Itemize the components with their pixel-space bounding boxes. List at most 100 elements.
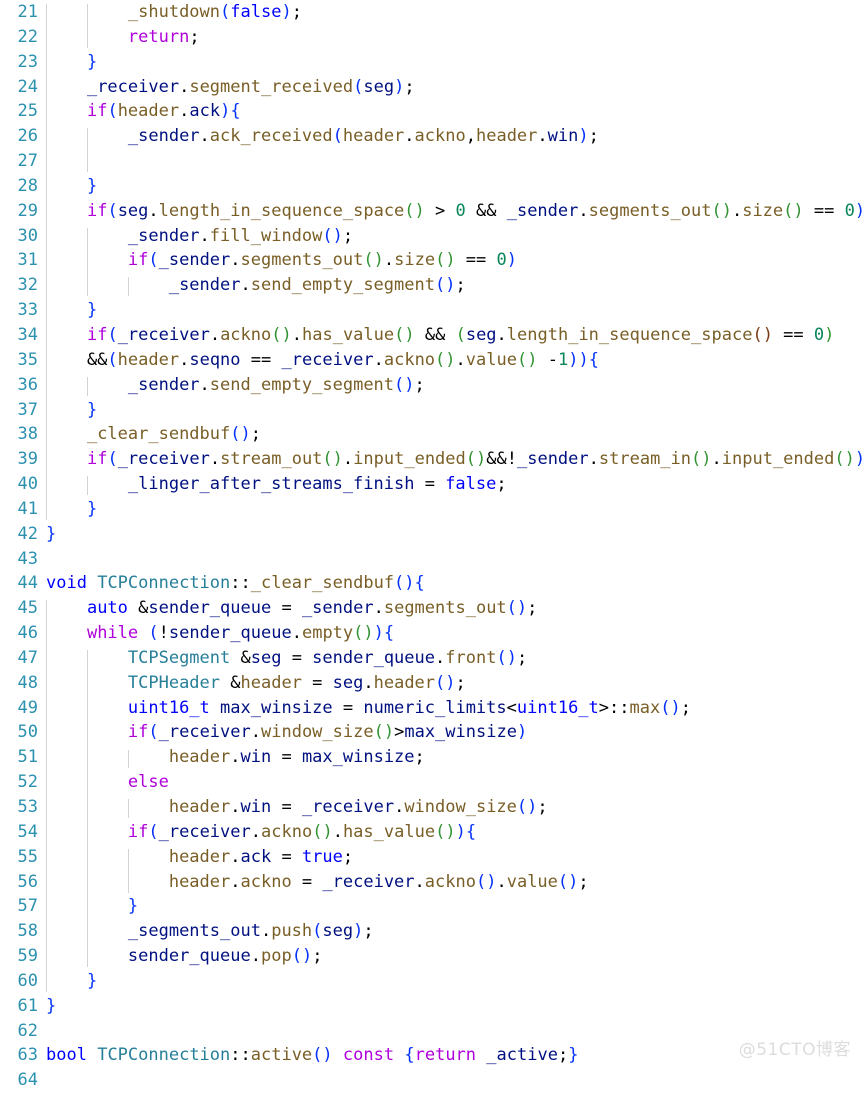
code-text[interactable]: _segments_out.push(seg); bbox=[46, 919, 865, 944]
code-line[interactable]: 24 _receiver.segment_received(seg); bbox=[0, 75, 865, 100]
code-line[interactable]: 54 if(_receiver.ackno().has_value()){ bbox=[0, 820, 865, 845]
code-text[interactable]: } bbox=[46, 50, 865, 75]
code-text[interactable]: sender_queue.pop(); bbox=[46, 944, 865, 969]
code-text[interactable]: TCPSegment &seg = sender_queue.front(); bbox=[46, 646, 865, 671]
code-line[interactable]: 39 if(_receiver.stream_out().input_ended… bbox=[0, 447, 865, 472]
code-line[interactable]: 56 header.ackno = _receiver.ackno().valu… bbox=[0, 870, 865, 895]
code-text[interactable]: } bbox=[46, 174, 865, 199]
code-editor-viewport[interactable]: 21 _shutdown(false); 22 return; 23 } 24 _re… bbox=[0, 0, 865, 1090]
code-line[interactable]: 53 header.win = _receiver.window_size(); bbox=[0, 795, 865, 820]
code-text[interactable]: header.win = _receiver.window_size(); bbox=[46, 795, 865, 820]
code-text[interactable]: if(_receiver.ackno().has_value()){ bbox=[46, 820, 865, 845]
line-number: 56 bbox=[17, 871, 38, 892]
line-number: 60 bbox=[17, 970, 38, 991]
code-text[interactable]: header.ackno = _receiver.ackno().value()… bbox=[46, 870, 865, 895]
code-line[interactable]: 64 bbox=[0, 1068, 865, 1093]
code-text[interactable]: TCPHeader &header = seg.header(); bbox=[46, 671, 865, 696]
code-line[interactable]: 41 } bbox=[0, 497, 865, 522]
code-text[interactable]: } bbox=[46, 497, 865, 522]
code-text[interactable]: if(_receiver.ackno().has_value() && (seg… bbox=[46, 323, 865, 348]
code-line[interactable]: 31 if(_sender.segments_out().size() == 0… bbox=[0, 248, 865, 273]
code-text[interactable]: if(_receiver.window_size()>max_winsize) bbox=[46, 720, 865, 745]
code-text[interactable]: _shutdown(false); bbox=[46, 0, 865, 25]
code-line[interactable]: 58 _segments_out.push(seg); bbox=[0, 919, 865, 944]
line-number: 33 bbox=[17, 300, 38, 321]
code-line[interactable]: 42} bbox=[0, 522, 865, 547]
code-line[interactable]: 36 _sender.send_empty_segment(); bbox=[0, 373, 865, 398]
line-number: 48 bbox=[17, 672, 38, 693]
code-text[interactable]: _sender.send_empty_segment(); bbox=[46, 373, 865, 398]
code-line[interactable]: 55 header.ack = true; bbox=[0, 845, 865, 870]
code-line[interactable]: 22 return; bbox=[0, 25, 865, 50]
code-line[interactable]: 52 else bbox=[0, 770, 865, 795]
code-text[interactable]: header.ack = true; bbox=[46, 845, 865, 870]
code-line[interactable]: 61} bbox=[0, 994, 865, 1019]
code-line[interactable]: 33 } bbox=[0, 298, 865, 323]
code-line[interactable]: 32 _sender.send_empty_segment(); bbox=[0, 273, 865, 298]
code-line[interactable]: 29 if(seg.length_in_sequence_space() > 0… bbox=[0, 199, 865, 224]
code-line[interactable]: 48 TCPHeader &header = seg.header(); bbox=[0, 671, 865, 696]
code-line[interactable]: 21 _shutdown(false); bbox=[0, 0, 865, 25]
code-line[interactable]: 63 bool TCPConnection::active() const {re… bbox=[0, 1043, 865, 1068]
code-text[interactable]: header.win = max_winsize; bbox=[46, 745, 865, 770]
code-text[interactable]: if(_sender.segments_out().size() == 0) bbox=[46, 248, 865, 273]
code-text[interactable]: } bbox=[46, 298, 865, 323]
line-number: 44 bbox=[17, 573, 38, 594]
code-text[interactable]: if(_receiver.stream_out().input_ended()&… bbox=[46, 447, 865, 472]
code-line[interactable]: 26 _sender.ack_received(header.ackno,hea… bbox=[0, 124, 865, 149]
line-number: 27 bbox=[17, 151, 38, 172]
code-text[interactable]: } bbox=[46, 894, 865, 919]
code-text[interactable]: _linger_after_streams_finish = false; bbox=[46, 472, 865, 497]
code-line[interactable]: 60 } bbox=[0, 969, 865, 994]
code-text[interactable]: } bbox=[46, 969, 865, 994]
code-text[interactable]: uint16_t max_winsize = numeric_limits<ui… bbox=[46, 696, 865, 721]
code-text[interactable]: } bbox=[46, 398, 865, 423]
code-lines-container[interactable]: 21 _shutdown(false); 22 return; 23 } 24 _re… bbox=[0, 0, 865, 1093]
code-text[interactable]: _sender.fill_window(); bbox=[46, 224, 865, 249]
code-text[interactable]: _sender.ack_received(header.ackno,header… bbox=[46, 124, 865, 149]
code-line[interactable]: 44 void TCPConnection::_clear_sendbuf(){ bbox=[0, 571, 865, 596]
code-text[interactable]: void TCPConnection::_clear_sendbuf(){ bbox=[46, 571, 865, 596]
line-number: 26 bbox=[17, 126, 38, 147]
code-text[interactable]: if(header.ack){ bbox=[46, 99, 865, 124]
code-line[interactable]: 57 } bbox=[0, 894, 865, 919]
code-line[interactable]: 46 while (!sender_queue.empty()){ bbox=[0, 621, 865, 646]
line-number: 36 bbox=[17, 374, 38, 395]
code-line[interactable]: 27 bbox=[0, 149, 865, 174]
code-line[interactable]: 34 if(_receiver.ackno().has_value() && (… bbox=[0, 323, 865, 348]
code-text[interactable]: return; bbox=[46, 25, 865, 50]
line-number: 50 bbox=[17, 722, 38, 743]
code-line[interactable]: 28 } bbox=[0, 174, 865, 199]
code-line[interactable]: 30 _sender.fill_window(); bbox=[0, 224, 865, 249]
code-line[interactable]: 45 auto &sender_queue = _sender.segments… bbox=[0, 596, 865, 621]
code-line[interactable]: 38 _clear_sendbuf(); bbox=[0, 422, 865, 447]
code-text[interactable]: } bbox=[46, 994, 865, 1019]
line-number: 21 bbox=[17, 2, 38, 22]
code-text[interactable]: auto &sender_queue = _sender.segments_ou… bbox=[46, 596, 865, 621]
code-text[interactable]: while (!sender_queue.empty()){ bbox=[46, 621, 865, 646]
code-text[interactable]: if(seg.length_in_sequence_space() > 0 &&… bbox=[46, 199, 865, 224]
code-text[interactable]: _sender.send_empty_segment(); bbox=[46, 273, 865, 298]
code-line[interactable]: 50 if(_receiver.window_size()>max_winsiz… bbox=[0, 720, 865, 745]
code-line[interactable]: 59 sender_queue.pop(); bbox=[0, 944, 865, 969]
code-line[interactable]: 49 uint16_t max_winsize = numeric_limits… bbox=[0, 696, 865, 721]
code-text[interactable]: _clear_sendbuf(); bbox=[46, 422, 865, 447]
code-line[interactable]: 47 TCPSegment &seg = sender_queue.front(… bbox=[0, 646, 865, 671]
code-line[interactable]: 23 } bbox=[0, 50, 865, 75]
code-text[interactable]: &&(header.seqno == _receiver.ackno().val… bbox=[46, 348, 865, 373]
line-number: 55 bbox=[17, 846, 38, 867]
line-number: 35 bbox=[17, 349, 38, 370]
code-text[interactable]: _receiver.segment_received(seg); bbox=[46, 75, 865, 100]
code-line[interactable]: 35 &&(header.seqno == _receiver.ackno().… bbox=[0, 348, 865, 373]
code-line[interactable]: 25 if(header.ack){ bbox=[0, 99, 865, 124]
code-line[interactable]: 43 bbox=[0, 547, 865, 572]
code-line[interactable]: 51 header.win = max_winsize; bbox=[0, 745, 865, 770]
code-line[interactable]: 62 bbox=[0, 1019, 865, 1044]
line-number: 42 bbox=[17, 523, 38, 544]
line-number: 52 bbox=[17, 772, 38, 793]
code-line[interactable]: 40 _linger_after_streams_finish = false; bbox=[0, 472, 865, 497]
code-line[interactable]: 37 } bbox=[0, 398, 865, 423]
code-text[interactable]: } bbox=[46, 522, 865, 547]
line-number: 25 bbox=[17, 101, 38, 122]
code-text[interactable]: else bbox=[46, 770, 865, 795]
